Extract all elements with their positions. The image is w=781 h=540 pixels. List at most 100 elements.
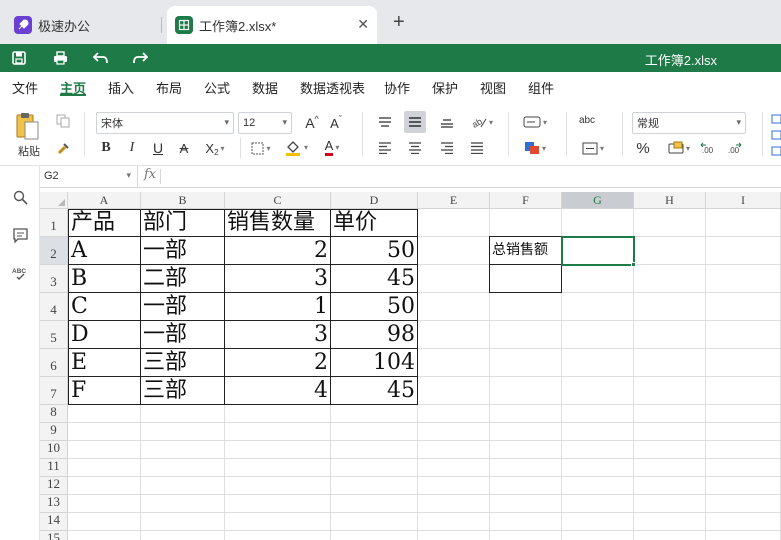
menu-view[interactable]: 视图 <box>480 78 506 97</box>
select-all-corner[interactable] <box>40 192 68 209</box>
font-color-icon[interactable]: A ▾ <box>318 136 346 158</box>
underline-button[interactable]: U <box>148 138 168 158</box>
formula-input[interactable] <box>166 166 776 187</box>
align-top-icon[interactable] <box>374 112 396 132</box>
currency-format-icon[interactable]: ▾ <box>664 138 694 158</box>
borders-icon[interactable]: ▾ <box>248 138 274 158</box>
row-header-2[interactable]: 2 <box>40 237 68 265</box>
strikethrough-button[interactable]: A <box>174 138 194 158</box>
cell-b4[interactable]: 一部 <box>141 293 224 320</box>
cell-d7[interactable]: 45 <box>331 377 417 404</box>
shrink-font-button[interactable]: Aˇ <box>326 113 346 133</box>
cell-c2[interactable]: 2 <box>225 237 330 264</box>
cell-a3[interactable]: B <box>69 265 140 292</box>
comment-icon[interactable] <box>11 226 29 244</box>
row-header-10[interactable]: 10 <box>40 440 68 459</box>
cell-b2[interactable]: 一部 <box>141 237 224 264</box>
decrease-decimal-icon[interactable]: .00 <box>698 138 716 158</box>
copy-icon[interactable] <box>54 112 72 130</box>
column-header-f[interactable]: F <box>490 192 562 209</box>
row-header-6[interactable]: 6 <box>40 349 68 377</box>
cell-b6[interactable]: 三部 <box>141 349 224 376</box>
align-bottom-icon[interactable] <box>436 112 458 132</box>
wrap-text-icon[interactable]: ▾ <box>518 112 552 132</box>
cell-b5[interactable]: 一部 <box>141 321 224 348</box>
search-icon[interactable] <box>11 188 29 206</box>
menu-protect[interactable]: 保护 <box>432 78 458 97</box>
bold-button[interactable]: B <box>96 138 116 158</box>
cell-f2-total-sales-label[interactable]: 总销售额 <box>490 237 561 264</box>
italic-button[interactable]: I <box>122 138 142 158</box>
menu-components[interactable]: 组件 <box>528 78 554 97</box>
save-icon[interactable] <box>10 49 28 67</box>
function-icon[interactable]: fx <box>144 167 156 182</box>
row-header-3[interactable]: 3 <box>40 265 68 293</box>
menu-data[interactable]: 数据 <box>252 78 278 97</box>
paste-icon[interactable] <box>14 110 42 142</box>
cell-b7[interactable]: 三部 <box>141 377 224 404</box>
row-header-11[interactable]: 11 <box>40 458 68 477</box>
tab-workbook[interactable]: 工作簿2.xlsx* ✕ <box>167 6 377 44</box>
name-box[interactable]: G2 ▾ <box>40 166 138 187</box>
menu-layout[interactable]: 布局 <box>156 78 182 97</box>
column-header-i[interactable]: I <box>706 192 781 209</box>
text-orientation-icon[interactable]: ab ▾ <box>466 112 498 132</box>
row-header-4[interactable]: 4 <box>40 293 68 321</box>
menu-file[interactable]: 文件 <box>12 78 38 97</box>
row-header-15[interactable]: 15 <box>40 530 68 540</box>
spell-check-icon[interactable]: abc <box>576 110 598 132</box>
row-header-13[interactable]: 13 <box>40 494 68 513</box>
row-header-9[interactable]: 9 <box>40 422 68 441</box>
cell-a2[interactable]: A <box>69 237 140 264</box>
row-header-12[interactable]: 12 <box>40 476 68 495</box>
align-right-icon[interactable] <box>436 138 458 158</box>
cell-d6[interactable]: 104 <box>331 349 417 376</box>
column-header-c[interactable]: C <box>225 192 331 209</box>
align-center-icon[interactable] <box>404 138 426 158</box>
cell-f3[interactable] <box>490 265 561 292</box>
column-header-a[interactable]: A <box>68 192 141 209</box>
cell-c6[interactable]: 2 <box>225 349 330 376</box>
cell-d5[interactable]: 98 <box>331 321 417 348</box>
row-header-7[interactable]: 7 <box>40 377 68 405</box>
cell-d1[interactable]: 单价 <box>331 209 417 236</box>
cell-style-icon[interactable]: ▾ <box>518 138 552 158</box>
cell-c1[interactable]: 销售数量 <box>225 209 333 236</box>
cell-a6[interactable]: E <box>69 349 140 376</box>
cell-d3[interactable]: 45 <box>331 265 417 292</box>
cell-a7[interactable]: F <box>69 377 140 404</box>
align-middle-icon[interactable] <box>404 111 426 133</box>
font-size-select[interactable]: 12 ▾ <box>238 112 292 134</box>
cell-c4[interactable]: 1 <box>225 293 330 320</box>
cell-c3[interactable]: 3 <box>225 265 330 292</box>
subscript-button[interactable]: X 2 ▾ <box>200 138 230 158</box>
fill-color-icon[interactable]: ▾ <box>282 136 310 158</box>
column-header-h[interactable]: H <box>634 192 706 209</box>
column-header-b[interactable]: B <box>141 192 225 209</box>
column-header-g[interactable]: G <box>562 192 634 209</box>
column-header-d[interactable]: D <box>331 192 418 209</box>
print-icon[interactable] <box>51 49 69 67</box>
percent-button[interactable]: % <box>632 138 654 158</box>
fill-handle[interactable] <box>631 262 636 267</box>
new-tab-button[interactable]: + <box>393 12 405 32</box>
insert-cells-icon[interactable] <box>770 110 781 160</box>
cell-a4[interactable]: C <box>69 293 140 320</box>
grow-font-button[interactable]: A ^ <box>302 113 322 133</box>
cell-c7[interactable]: 4 <box>225 377 330 404</box>
cell-d2[interactable]: 50 <box>331 237 417 264</box>
cell-d4[interactable]: 50 <box>331 293 417 320</box>
cell-b3[interactable]: 二部 <box>141 265 224 292</box>
cell-b1[interactable]: 部门 <box>141 209 224 236</box>
active-cell-g2[interactable] <box>561 236 635 266</box>
format-painter-icon[interactable] <box>54 140 72 158</box>
tab-home[interactable]: 极速办公 <box>6 6 161 44</box>
menu-collaborate[interactable]: 协作 <box>384 78 410 97</box>
row-header-14[interactable]: 14 <box>40 512 68 531</box>
undo-icon[interactable] <box>91 49 109 67</box>
merge-cells-icon[interactable]: ▾ <box>576 138 610 158</box>
font-name-select[interactable]: 宋体 ▾ <box>96 112 234 134</box>
redo-icon[interactable] <box>131 49 149 67</box>
justify-icon[interactable] <box>466 138 488 158</box>
menu-pivot-table[interactable]: 数据透视表 <box>300 78 365 97</box>
